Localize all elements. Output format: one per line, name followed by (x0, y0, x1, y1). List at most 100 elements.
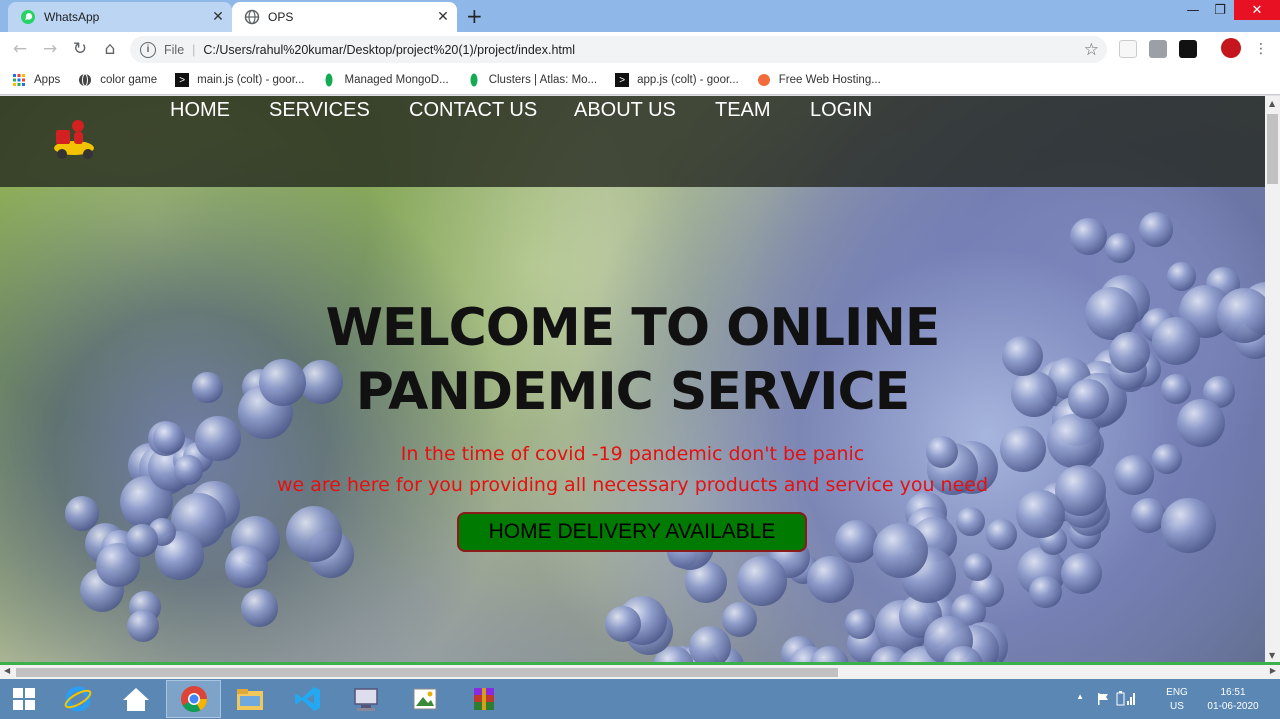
grape-decoration (845, 609, 875, 639)
taskbar-chrome[interactable] (166, 680, 221, 718)
grape-decoration (173, 455, 204, 485)
home-icon[interactable]: ⌂ (99, 38, 121, 60)
bookmark-app-js[interactable]: > app.js (colt) - goor... (615, 73, 739, 87)
address-bar[interactable]: i File | C:/Users/rahul%20kumar/Desktop/… (130, 36, 1107, 63)
bookmark-color-game[interactable]: color game (78, 73, 157, 87)
hero-subtitle-line: we are here for you providing all necess… (276, 474, 989, 496)
grape-decoration (985, 518, 1017, 550)
taskbar-vscode[interactable] (280, 680, 335, 718)
url-text: C:/Users/rahul%20kumar/Desktop/project%2… (203, 42, 576, 57)
bookmark-label: Clusters | Atlas: Mo... (488, 74, 598, 86)
scroll-down-icon[interactable]: ▼ (1269, 651, 1275, 660)
whatsapp-icon (20, 9, 36, 25)
nav-contact-us[interactable]: CONTACT US (409, 99, 537, 122)
bookmark-managed-mongodb[interactable]: Managed MongoD... (322, 73, 449, 87)
scroll-up-icon[interactable]: ▲ (1269, 99, 1275, 108)
grape-decoration (605, 606, 641, 643)
mongodb-leaf-icon (467, 73, 481, 87)
minimize-icon[interactable]: — (1178, 0, 1208, 20)
nav-about-us[interactable]: ABOUT US (574, 99, 676, 122)
clock[interactable]: 16:51 01-06-2020 (1200, 686, 1266, 714)
taskbar-winrar[interactable] (456, 680, 511, 718)
close-tab-icon[interactable]: ✕ (208, 9, 228, 25)
terminal-icon: > (615, 73, 630, 87)
bookmark-star-icon[interactable]: ☆ (1084, 40, 1099, 60)
winrar-icon (473, 688, 494, 710)
terminal-icon: > (175, 73, 190, 87)
scroll-left-icon[interactable]: ◀ (4, 666, 10, 675)
taskbar-image-viewer[interactable] (397, 680, 452, 718)
url-scheme: File (164, 42, 185, 57)
horizontal-scrollbar[interactable]: ◀ ▶ (0, 662, 1280, 679)
tab-title: WhatsApp (44, 10, 100, 24)
nav-services[interactable]: SERVICES (269, 99, 370, 122)
grape-decoration (872, 523, 928, 578)
grape-decoration (192, 372, 223, 403)
grape-decoration (126, 610, 159, 643)
back-icon[interactable]: ← (9, 38, 31, 60)
picture-icon (413, 688, 436, 710)
hero-title-line: PANDEMIC SERVICE (355, 362, 910, 422)
clock-date: 01-06-2020 (1207, 701, 1259, 712)
taskbar-file-explorer[interactable] (222, 680, 277, 718)
vscode-icon (294, 687, 320, 711)
taskbar-internet-explorer[interactable] (50, 680, 105, 718)
close-window-icon[interactable]: ✕ (1234, 0, 1280, 20)
grape-decoration (689, 625, 732, 662)
hero-subtitle-line: In the time of covid -19 pandemic don't … (400, 443, 865, 465)
bookmark-label: Managed MongoD... (344, 74, 449, 86)
tab-whatsapp[interactable]: WhatsApp ✕ (8, 2, 232, 32)
bookmark-clusters-atlas[interactable]: Clusters | Atlas: Mo... (467, 73, 597, 87)
hero-title-line: WELCOME TO ONLINE (325, 298, 941, 358)
taskbar-home[interactable] (108, 680, 163, 718)
menu-icon[interactable]: ⋮ (1250, 38, 1272, 60)
horizontal-scroll-thumb[interactable] (16, 668, 838, 677)
browser-tab-strip: WhatsApp ✕ OPS ✕ + — ❐ ✕ (0, 0, 1280, 32)
grape-decoration (1060, 553, 1102, 595)
nav-home[interactable]: HOME (170, 99, 230, 122)
reload-icon[interactable]: ↻ (69, 38, 91, 60)
bookmark-main-js[interactable]: > main.js (colt) - goor... (175, 73, 304, 87)
close-tab-icon[interactable]: ✕ (433, 9, 453, 25)
input-language[interactable]: ENG US (1162, 686, 1192, 714)
restore-icon[interactable]: ❐ (1205, 0, 1235, 20)
grape-decoration (1176, 398, 1226, 448)
new-tab-icon[interactable]: + (466, 4, 483, 28)
vertical-scrollbar[interactable]: ▲ ▼ (1265, 96, 1280, 662)
action-center-flag-icon[interactable] (1096, 692, 1110, 706)
bookmark-label: color game (100, 74, 158, 86)
hosting-icon (757, 73, 771, 87)
scroll-right-icon[interactable]: ▶ (1270, 666, 1276, 675)
bookmark-apps[interactable]: Apps (12, 73, 60, 87)
forward-icon[interactable]: → (39, 38, 61, 60)
start-button[interactable] (0, 680, 48, 718)
home-delivery-button[interactable]: HOME DELIVERY AVAILABLE (457, 512, 807, 552)
region-code: US (1170, 701, 1184, 712)
profile-avatar[interactable] (1221, 38, 1241, 58)
taskbar-remote-desktop[interactable] (338, 680, 393, 718)
hero-subtitle: In the time of covid -19 pandemic don't … (200, 439, 1065, 501)
hero-title: WELCOME TO ONLINE PANDEMIC SERVICE (240, 296, 1025, 424)
bookmarks-bar: Apps color game > main.js (colt) - goor.… (0, 66, 1280, 95)
grape-decoration (1139, 212, 1174, 247)
nav-login[interactable]: LOGIN (810, 99, 872, 122)
grape-decoration (736, 556, 787, 607)
tab-ops[interactable]: OPS ✕ (232, 2, 457, 32)
grape-decoration (286, 506, 343, 563)
extension-icon[interactable] (1149, 40, 1167, 58)
show-hidden-icons-icon[interactable]: ▲ (1076, 692, 1084, 701)
vertical-scroll-thumb[interactable] (1267, 114, 1278, 184)
nav-team[interactable]: TEAM (715, 99, 771, 122)
windows-taskbar: ▲ ENG US 16:51 01-06-2020 (0, 679, 1280, 719)
grape-decoration (1029, 575, 1062, 608)
url-separator: | (192, 42, 196, 57)
browser-toolbar: ← → ↻ ⌂ i File | C:/Users/rahul%20kumar/… (0, 32, 1280, 66)
delivery-scooter-logo (54, 120, 94, 159)
grape-decoration (1166, 261, 1196, 291)
grape-decoration (1114, 455, 1154, 495)
bookmark-free-web-hosting[interactable]: Free Web Hosting... (757, 73, 881, 87)
terminal-extension-icon[interactable] (1179, 40, 1197, 58)
info-icon[interactable]: i (140, 41, 156, 58)
extension-icon[interactable] (1119, 40, 1137, 58)
battery-signal-icon[interactable] (1116, 691, 1136, 707)
